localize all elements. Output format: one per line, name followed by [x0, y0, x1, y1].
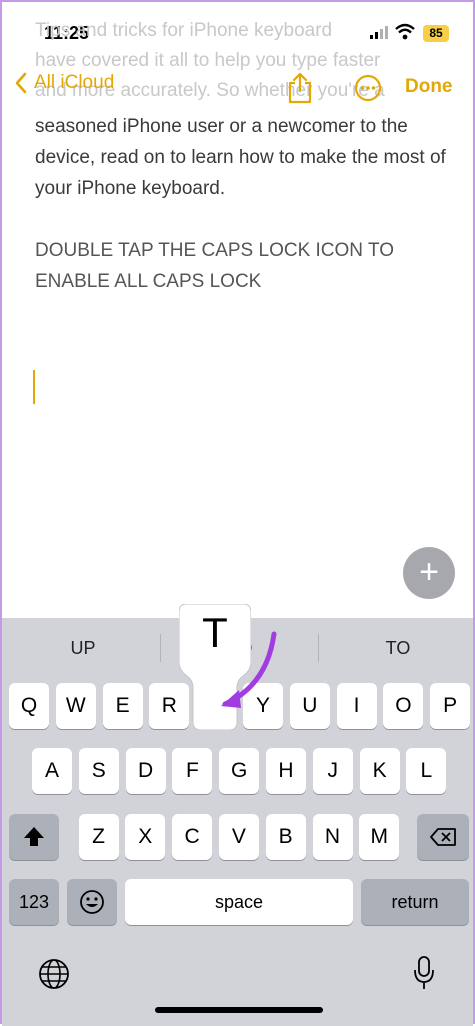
key-k[interactable]: K	[359, 748, 400, 794]
note-paragraph: seasoned iPhone user or a newcomer to th…	[35, 116, 446, 199]
key-f[interactable]: F	[172, 748, 213, 794]
delete-key[interactable]	[417, 814, 469, 860]
key-p[interactable]: P	[430, 683, 471, 729]
key-c[interactable]: C	[172, 814, 213, 860]
key-h[interactable]: H	[266, 748, 306, 794]
more-options-icon[interactable]	[354, 74, 382, 102]
note-caps-text: DOUBLE TAP THE CAPS LOCK ICON TO ENABLE …	[35, 240, 394, 292]
key-v[interactable]: V	[218, 814, 259, 860]
return-key[interactable]: return	[361, 879, 469, 925]
faded-line: Tips and tricks for iPhone keyboard	[35, 20, 333, 41]
key-b[interactable]: B	[265, 814, 306, 860]
key-z[interactable]: Z	[78, 814, 119, 860]
back-button[interactable]: All iCloud	[14, 72, 114, 94]
key-q[interactable]: Q	[9, 683, 49, 729]
key-m[interactable]: M	[359, 814, 400, 860]
key-n[interactable]: N	[312, 814, 353, 860]
key-a[interactable]: A	[32, 748, 72, 794]
key-j[interactable]: J	[312, 748, 353, 794]
key-x[interactable]: X	[125, 814, 166, 860]
key-o[interactable]: O	[383, 683, 424, 729]
globe-icon[interactable]	[37, 957, 71, 991]
key-u[interactable]: U	[289, 683, 330, 729]
key-s[interactable]: S	[78, 748, 119, 794]
done-button[interactable]: Done	[405, 76, 453, 98]
annotation-arrow	[221, 631, 277, 708]
emoji-icon	[80, 890, 104, 914]
back-label: All iCloud	[34, 72, 115, 93]
key-w[interactable]: W	[55, 683, 96, 729]
key-e[interactable]: E	[102, 683, 143, 729]
key-l[interactable]: L	[406, 748, 447, 794]
microphone-icon[interactable]	[413, 955, 435, 991]
note-body[interactable]: seasoned iPhone user or a newcomer to th…	[35, 111, 455, 328]
backspace-icon	[430, 828, 456, 846]
shift-key[interactable]	[9, 814, 59, 860]
shift-icon	[24, 827, 44, 846]
numbers-key[interactable]: 123	[9, 879, 59, 925]
key-i[interactable]: I	[336, 683, 377, 729]
suggestion-1[interactable]: UP	[4, 618, 162, 678]
key-d[interactable]: D	[125, 748, 166, 794]
space-key[interactable]: space	[125, 879, 353, 925]
chevron-left-icon	[15, 72, 27, 94]
text-cursor	[33, 370, 35, 404]
key-g[interactable]: G	[219, 748, 260, 794]
emoji-key[interactable]	[67, 879, 117, 925]
add-button[interactable]: +	[403, 547, 455, 599]
suggestion-3[interactable]: TO	[319, 618, 475, 678]
share-icon[interactable]	[287, 72, 313, 104]
home-indicator	[155, 1007, 323, 1013]
